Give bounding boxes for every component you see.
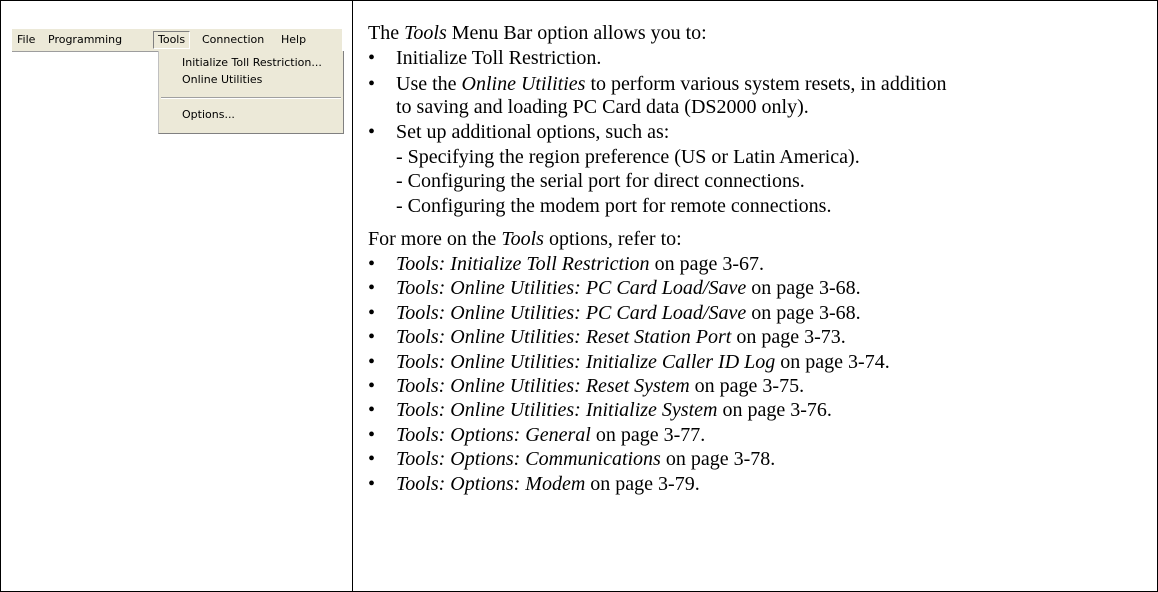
reference-page: on page 3-76. (717, 399, 832, 421)
menu-tools[interactable]: Tools (153, 31, 191, 49)
text-part: to perform various system resets, in add… (585, 73, 947, 95)
dropdown-item-initialize-toll-restriction[interactable]: Initialize Toll Restriction... (182, 54, 322, 72)
dropdown-separator (161, 97, 341, 99)
bullet: • (368, 351, 376, 373)
bullet: • (368, 277, 376, 299)
menu-file[interactable]: File (12, 32, 40, 48)
refer-prefix: For more on the (368, 228, 502, 250)
reference-page: on page 3-75. (689, 375, 805, 397)
sub-item-text: - Configuring the modem port for remote … (396, 195, 832, 217)
reference-text: Tools: Options: General on page 3-77. (396, 423, 705, 447)
reference-link[interactable]: Tools: Initialize Toll Restriction (396, 253, 650, 275)
reference-text: Tools: Online Utilities: PC Card Load/Sa… (396, 301, 861, 325)
sub-item-text: - Specifying the region preference (US o… (396, 146, 860, 168)
bullet: • (368, 73, 376, 95)
bullet: • (368, 302, 376, 324)
tools-dropdown: Initialize Toll Restriction... Online Ut… (158, 51, 344, 134)
column-divider (352, 1, 353, 591)
bullet: • (368, 253, 376, 275)
list-item-text: Initialize Toll Restriction. (396, 47, 602, 69)
refer-italic: Tools (501, 228, 544, 250)
menubar: File Programming Tools Connection Help (12, 29, 342, 51)
reference-page: on page 3-73. (731, 326, 846, 348)
reference-text: Tools: Options: Communications on page 3… (396, 447, 775, 471)
bullet: • (368, 424, 376, 446)
dropdown-item-online-utilities[interactable]: Online Utilities (182, 71, 262, 89)
reference-link[interactable]: Tools: Options: Communications (396, 448, 661, 470)
bullet: • (368, 375, 376, 397)
reference-page: on page 3-79. (585, 473, 700, 495)
reference-text: Tools: Online Utilities: Reset System on… (396, 374, 804, 398)
intro-italic: Tools (404, 22, 447, 44)
intro-prefix: The (368, 22, 405, 44)
menu-screenshot: File Programming Tools Connection Help I… (12, 29, 344, 135)
list-item-text: Set up additional options, such as: (396, 121, 670, 143)
reference-link[interactable]: Tools: Options: Modem (396, 473, 585, 495)
reference-text: Tools: Options: Modem on page 3-79. (396, 472, 700, 496)
reference-text: Tools: Online Utilities: PC Card Load/Sa… (396, 276, 861, 300)
reference-page: on page 3-68. (746, 302, 861, 324)
bullet: • (368, 326, 376, 348)
bullet: • (368, 399, 376, 421)
list-item-text: to saving and loading PC Card data (DS20… (396, 96, 809, 118)
menu-help[interactable]: Help (276, 32, 311, 48)
reference-text: Tools: Online Utilities: Reset Station P… (396, 325, 846, 349)
reference-text: Tools: Online Utilities: Initialize Call… (396, 350, 890, 374)
reference-page: on page 3-67. (649, 253, 764, 275)
reference-text: Tools: Online Utilities: Initialize Syst… (396, 398, 832, 422)
reference-link[interactable]: Tools: Online Utilities: Reset System (396, 375, 690, 397)
reference-page: on page 3-74. (775, 351, 890, 373)
dropdown-item-options[interactable]: Options... (182, 106, 235, 124)
reference-link[interactable]: Tools: Options: General (396, 424, 591, 446)
intro-rest: Menu Bar option allows you to: (446, 22, 707, 44)
reference-page: on page 3-77. (590, 424, 706, 446)
reference-page: on page 3-78. (660, 448, 776, 470)
bullet: • (368, 448, 376, 470)
reference-link[interactable]: Tools: Online Utilities: Reset Station P… (396, 326, 731, 348)
text-italic: Online Utilities (461, 73, 586, 95)
reference-link[interactable]: Tools: Online Utilities: Initialize Call… (396, 351, 775, 373)
menubar-bottom-border (12, 51, 158, 52)
text-part: Use the (396, 73, 462, 95)
sub-item-text: - Configuring the serial port for direct… (396, 170, 805, 192)
reference-text: Tools: Initialize Toll Restriction on pa… (396, 252, 764, 276)
menu-programming[interactable]: Programming (43, 32, 127, 48)
document-table: File Programming Tools Connection Help I… (0, 0, 1158, 592)
refer-rest: options, refer to: (543, 228, 682, 250)
bullet: • (368, 121, 376, 143)
bullet: • (368, 473, 376, 495)
reference-link[interactable]: Tools: Online Utilities: PC Card Load/Sa… (396, 302, 746, 324)
list-item-text: Use the Online Utilities to perform vari… (396, 72, 946, 96)
reference-link[interactable]: Tools: Online Utilities: PC Card Load/Sa… (396, 277, 746, 299)
menu-connection[interactable]: Connection (197, 32, 269, 48)
reference-page: on page 3-68. (746, 277, 861, 299)
reference-link[interactable]: Tools: Online Utilities: Initialize Syst… (396, 399, 717, 421)
bullet: • (368, 47, 376, 69)
refer-line: For more on the Tools options, refer to: (368, 227, 682, 251)
intro-line: The Tools Menu Bar option allows you to: (368, 21, 707, 45)
